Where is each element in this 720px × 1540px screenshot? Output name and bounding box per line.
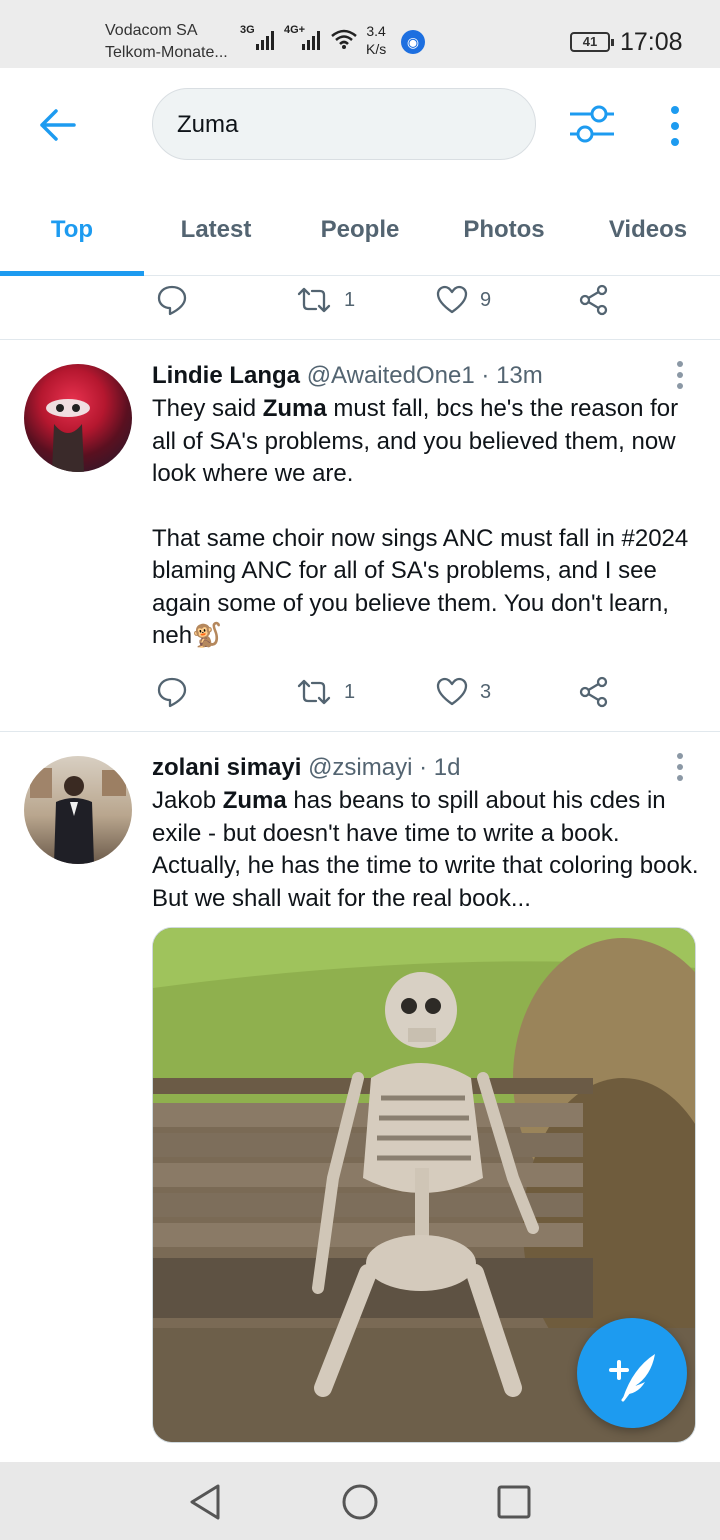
tweet-header: zolani simayi @zsimayi · 1d: [152, 752, 460, 784]
share-icon: [579, 284, 608, 316]
compose-feather-icon: [609, 1354, 655, 1402]
highlight-term: Zuma: [262, 395, 327, 422]
user-name[interactable]: zolani simayi: [152, 754, 301, 781]
reply-icon: [157, 285, 187, 316]
share-button[interactable]: [578, 280, 610, 320]
carrier-info: Vodacom SA Telkom-Monate...: [105, 20, 228, 64]
retweet-icon: [297, 287, 331, 313]
monkey-emoji: 🐒: [192, 622, 222, 649]
search-tabs: Top Latest People Photos Videos: [0, 188, 720, 276]
like-button[interactable]: 3: [436, 672, 491, 712]
search-header: Zuma: [0, 68, 720, 188]
tweet-header: Lindie Langa @AwaitedOne1 · 13m: [152, 360, 543, 392]
separator: ·: [481, 362, 490, 389]
compose-tweet-button[interactable]: [577, 1318, 687, 1428]
share-icon: [579, 676, 608, 708]
previous-tweet-actions: 1 9: [150, 280, 630, 320]
like-count: 3: [480, 680, 492, 703]
timestamp: 1d: [433, 754, 461, 781]
lightbulb-icon: ◉: [401, 30, 425, 54]
retweet-button[interactable]: 1: [296, 672, 355, 712]
like-button[interactable]: 9: [436, 280, 491, 320]
retweet-icon: [297, 679, 331, 705]
carrier-1: Vodacom SA: [105, 22, 198, 39]
like-count: 9: [480, 288, 492, 311]
avatar[interactable]: [24, 756, 132, 864]
network-speed: 3.4 K/s: [366, 23, 387, 57]
search-query: Zuma: [177, 111, 239, 138]
tweet[interactable]: Lindie Langa @AwaitedOne1 · 13m They sai…: [0, 340, 720, 732]
search-input[interactable]: Zuma: [152, 88, 536, 160]
wifi-icon: [331, 29, 357, 49]
status-bar: Vodacom SA Telkom-Monate... 3G 4G+ 3.4 K…: [0, 0, 720, 68]
battery-level: 41: [582, 34, 598, 49]
tab-photos[interactable]: Photos: [432, 188, 576, 276]
share-button[interactable]: [578, 672, 610, 712]
user-handle[interactable]: @AwaitedOne1: [307, 362, 475, 389]
system-navigation-bar: [0, 1462, 720, 1540]
carrier-2: Telkom-Monate...: [105, 44, 228, 61]
arrow-left-icon[interactable]: [38, 108, 76, 142]
heart-icon: [436, 285, 468, 314]
reply-icon: [157, 677, 187, 708]
tweet-actions: 1 3: [150, 672, 630, 712]
more-vertical-icon[interactable]: [660, 104, 690, 148]
heart-icon: [436, 677, 468, 706]
tweet-text: They said Zuma must fall, bcs he's the r…: [152, 395, 689, 649]
clock: 17:08: [620, 28, 683, 56]
reply-button[interactable]: [156, 280, 188, 320]
nav-home-icon[interactable]: [340, 1482, 380, 1522]
tab-top[interactable]: Top: [0, 188, 144, 276]
network-type-1: 3G: [240, 24, 255, 36]
reply-button[interactable]: [156, 672, 188, 712]
nav-back-icon[interactable]: [186, 1482, 226, 1522]
avatar-image: [46, 399, 90, 472]
user-name[interactable]: Lindie Langa: [152, 362, 300, 389]
signal-2-icon: [302, 30, 320, 50]
sliders-icon[interactable]: [568, 104, 616, 144]
retweet-button[interactable]: 1: [296, 280, 355, 320]
retweet-count: 1: [344, 680, 356, 703]
timestamp: 13m: [496, 362, 543, 389]
nav-recents-icon[interactable]: [494, 1482, 534, 1522]
tab-videos[interactable]: Videos: [576, 188, 720, 276]
highlight-term: Zuma: [222, 787, 287, 814]
avatar[interactable]: [24, 364, 132, 472]
tab-latest[interactable]: Latest: [144, 188, 288, 276]
tweet-more-icon[interactable]: [670, 752, 690, 782]
retweet-count: 1: [344, 288, 356, 311]
tweet-more-icon[interactable]: [670, 360, 690, 390]
user-handle[interactable]: @zsimayi: [308, 754, 412, 781]
tab-people[interactable]: People: [288, 188, 432, 276]
separator: ·: [419, 754, 428, 781]
tweet-text: Jakob Zuma has beans to spill about his …: [152, 787, 699, 912]
avatar-image: [30, 768, 126, 864]
battery-icon: 41: [570, 32, 614, 52]
signal-1-icon: [256, 30, 274, 50]
